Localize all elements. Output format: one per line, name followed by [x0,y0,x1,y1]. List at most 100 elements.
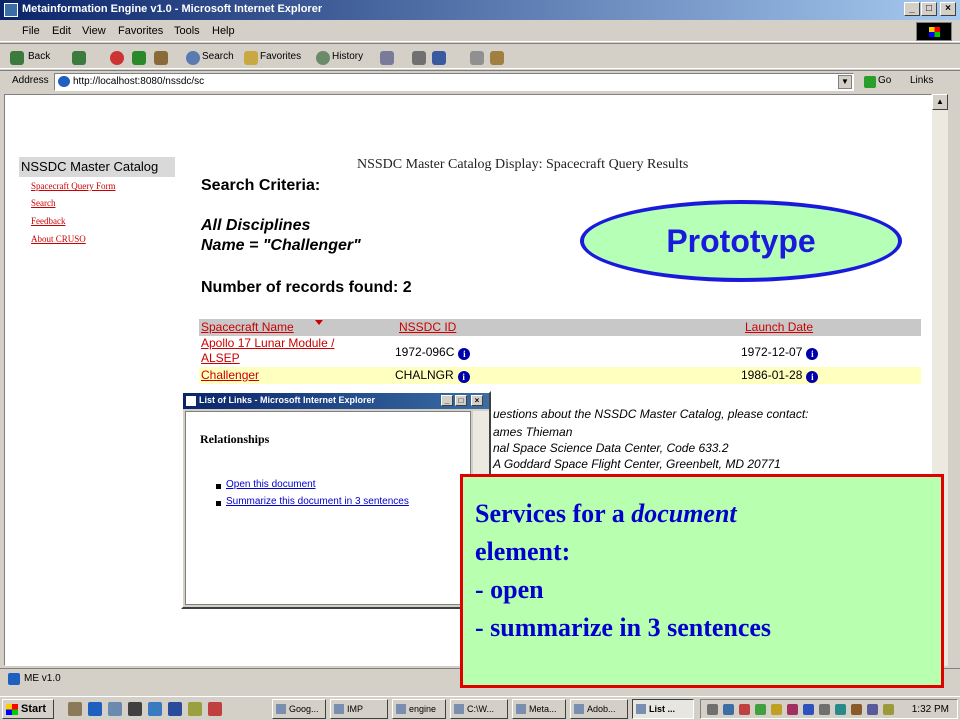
outlook-icon[interactable] [148,702,162,716]
word-icon[interactable] [168,702,182,716]
sidebar-link-search[interactable]: Search [31,198,56,208]
row2-name[interactable]: Challenger [201,368,259,382]
status-text: ME v1.0 [24,673,61,684]
window-title: Metainformation Engine v1.0 - Microsoft … [22,3,323,15]
menu-view[interactable]: View [82,25,106,37]
contact-line3: nal Space Science Data Center, Code 633.… [493,441,729,455]
speaker-icon[interactable] [707,704,718,715]
row1-name-line1[interactable]: Apollo 17 Lunar Module / [201,336,334,350]
task-button[interactable]: IMP [330,699,388,719]
tray-icon[interactable] [835,704,846,715]
window-titlebar: Metainformation Engine v1.0 - Microsoft … [0,0,960,20]
table-row: 1972-096C i [395,345,471,360]
popup-minimize-button[interactable]: _ [441,395,453,406]
tray-icon[interactable] [739,704,750,715]
explorer-icon[interactable] [108,702,122,716]
home-icon[interactable] [154,51,168,65]
task-button[interactable]: Meta... [512,699,566,719]
search-criteria-heading: Search Criteria: [201,177,321,194]
row1-name-line2[interactable]: ALSEP [201,351,240,365]
menu-favorites[interactable]: Favorites [118,25,163,37]
open-document-link[interactable]: Open this document [226,479,316,490]
sort-arrow-icon[interactable] [315,320,323,325]
summarize-document-link[interactable]: Summarize this document in 3 sentences [226,496,409,507]
task-button[interactable]: C:\W... [450,699,508,719]
windows-logo-icon [916,22,952,41]
header-spacecraft-name[interactable]: Spacecraft Name [201,320,294,334]
tray-icon[interactable] [755,704,766,715]
tray-icon[interactable] [803,704,814,715]
tray-icon[interactable] [723,704,734,715]
header-launch-date[interactable]: Launch Date [745,320,813,334]
sidebar-link-about[interactable]: About CRUSO [31,234,86,244]
sidebar-link-feedback[interactable]: Feedback [31,216,65,226]
app-icon[interactable] [208,702,222,716]
popup-maximize-button[interactable]: □ [455,395,467,406]
tray-icon[interactable] [819,704,830,715]
maximize-button[interactable]: □ [921,2,937,16]
back-button[interactable]: Back [28,51,50,62]
sidebar-link-query-form[interactable]: Spacecraft Query Form [31,181,115,191]
ie-quicklaunch-icon[interactable] [88,702,102,716]
back-arrow-icon[interactable] [10,51,24,65]
app-icon[interactable] [188,702,202,716]
chevron-down-icon[interactable]: ▼ [838,75,852,89]
search-icon[interactable] [186,51,200,65]
list-of-links-popup: List of Links - Microsoft Internet Explo… [181,391,491,609]
terminal-icon[interactable] [128,702,142,716]
tray-icon[interactable] [867,704,878,715]
ie-icon [4,3,18,17]
popup-close-button[interactable]: × [471,395,483,406]
start-button[interactable]: Start [2,699,54,719]
history-button[interactable]: History [332,51,363,62]
favorites-button[interactable]: Favorites [260,51,301,62]
links-button[interactable]: Links [910,75,933,86]
services-callout: Services for a document element: - open … [460,474,944,688]
task-button[interactable]: Goog... [272,699,326,719]
row2-launch-date: 1986-01-28 [741,368,803,382]
menu-help[interactable]: Help [212,25,235,37]
task-button-active[interactable]: List ... [632,699,694,719]
chevron-up-icon[interactable]: ▲ [932,94,948,110]
info-icon[interactable]: i [806,371,819,383]
info-icon[interactable]: i [806,348,819,360]
forward-arrow-icon[interactable] [72,51,86,65]
favorites-icon[interactable] [244,51,258,65]
discuss-icon[interactable] [470,51,484,65]
mail-icon[interactable] [380,51,394,65]
print-icon[interactable] [412,51,426,65]
clock: 1:32 PM [911,704,949,715]
info-icon[interactable]: i [457,371,470,383]
tray-icon[interactable] [883,704,894,715]
popup-titlebar: List of Links - Microsoft Internet Explo… [183,393,489,409]
messenger-icon[interactable] [490,51,504,65]
go-arrow-icon[interactable] [864,76,876,88]
system-tray: 1:32 PM [700,699,958,719]
go-button[interactable]: Go [878,75,891,86]
refresh-icon[interactable] [132,51,146,65]
stop-icon[interactable] [110,51,124,65]
sidebar-title: NSSDC Master Catalog [19,157,175,177]
task-button[interactable]: engine [392,699,446,719]
address-input[interactable]: http://localhost:8080/nssdc/sc [54,73,854,91]
address-bar: Address http://localhost:8080/nssdc/sc ▼… [0,70,960,92]
menu-bar: File Edit View Favorites Tools Help [0,20,960,42]
table-row: CHALNGR i [395,368,470,383]
header-nssdc-id[interactable]: NSSDC ID [399,320,456,334]
tray-icon[interactable] [851,704,862,715]
tray-icon[interactable] [771,704,782,715]
close-button[interactable]: × [940,2,956,16]
menu-file[interactable]: File [22,25,40,37]
table-row: 1986-01-28 i [741,368,819,383]
edit-word-icon[interactable] [432,51,446,65]
task-button[interactable]: Adob... [570,699,628,719]
history-icon[interactable] [316,51,330,65]
desktop-icon[interactable] [68,702,82,716]
minimize-button[interactable]: _ [904,2,920,16]
menu-tools[interactable]: Tools [174,25,200,37]
info-icon[interactable]: i [458,348,471,360]
search-button[interactable]: Search [202,51,234,62]
contact-line2: ames Thieman [493,425,573,439]
tray-icon[interactable] [787,704,798,715]
menu-edit[interactable]: Edit [52,25,71,37]
